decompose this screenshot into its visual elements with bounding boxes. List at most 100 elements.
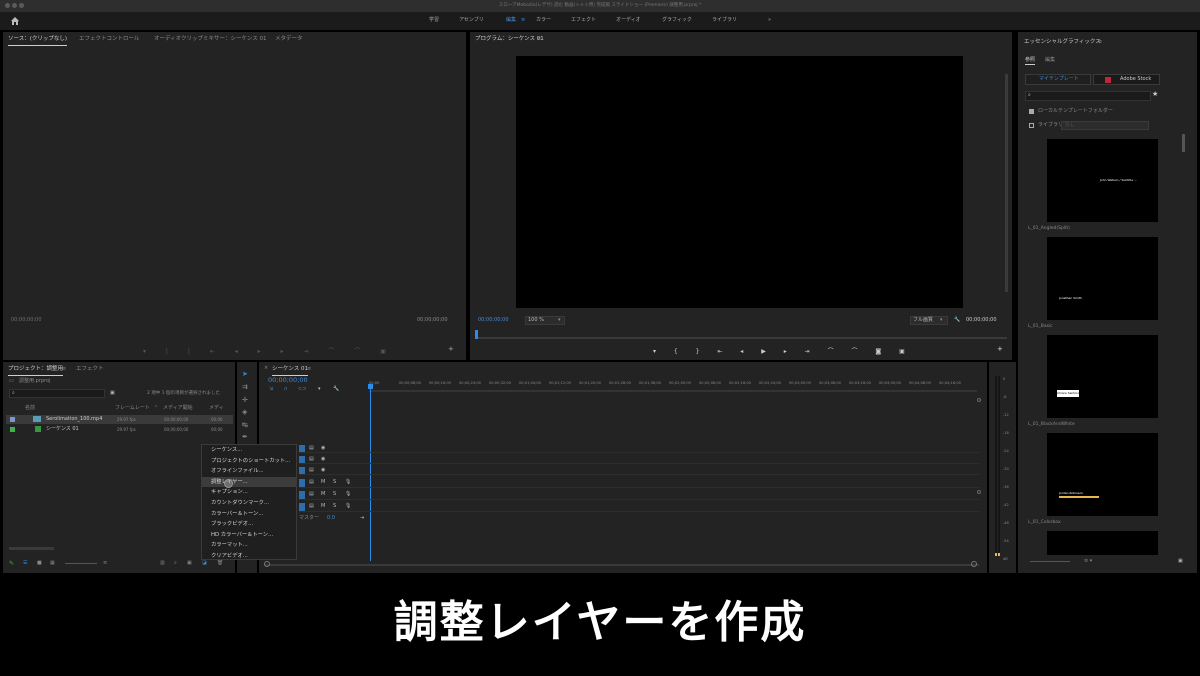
timeline-ruler[interactable]: 00;00 00;00;08;00 00;00;16;00 00;00;24;00 00… (369, 380, 977, 389)
workspace-libraries[interactable]: ライブラリ (712, 17, 737, 24)
timeline-settings-icon[interactable]: 🔧 (333, 386, 339, 393)
solo-icon[interactable]: S (333, 491, 336, 498)
menu-item[interactable]: プロジェクトのショートカット... (202, 456, 296, 467)
sub-tab-adobe-stock[interactable]: Adobe Stock (1093, 74, 1160, 85)
template-thumb-4[interactable] (1047, 531, 1158, 555)
track-select-tool-icon[interactable]: ⇉ (242, 383, 248, 391)
mute-icon[interactable]: M (321, 491, 325, 498)
source-timecode-left[interactable]: 00;00;00;00 (11, 317, 42, 324)
film-icon[interactable]: ▤ (309, 503, 314, 510)
pencil-icon[interactable]: ✎ (9, 560, 14, 567)
workspace-audio[interactable]: オーディオ (616, 17, 641, 24)
menu-item[interactable]: オフラインファイル... (202, 466, 296, 477)
linked-selection-icon[interactable]: ⊂⊃ (298, 386, 306, 393)
new-bin-icon[interactable]: ▣ (187, 560, 192, 567)
film-icon[interactable]: ▤ (309, 479, 314, 486)
star-icon[interactable]: ★ (1152, 91, 1158, 98)
col-framerate[interactable]: フレームレート (115, 405, 150, 412)
program-scrub-bar[interactable] (475, 337, 1007, 339)
workspace-color[interactable]: カラー (536, 17, 551, 24)
library-dropdown[interactable]: なし (1061, 121, 1149, 130)
track-v1[interactable]: ▤ ◉ (299, 466, 979, 475)
program-playhead[interactable] (475, 330, 478, 339)
eye-icon[interactable]: ◉ (321, 467, 325, 474)
sub-tab-my-templates[interactable]: マイテンプレート (1025, 74, 1091, 85)
master-track[interactable]: マスター 0.0 ⇥ (299, 514, 979, 524)
microphone-icon[interactable]: 🎙 (345, 503, 351, 510)
tab-edit[interactable]: 編集 (1045, 57, 1055, 64)
mute-icon[interactable]: M (321, 503, 325, 510)
table-row[interactable]: Serolimation_100.mp4 29.97 fps 00;00;00;… (6, 415, 233, 424)
ripple-edit-tool-icon[interactable]: ✛ (242, 396, 248, 404)
essential-bottom-slider[interactable] (1030, 561, 1070, 562)
menu-item[interactable]: キャプション... (202, 487, 296, 498)
film-icon[interactable]: ▤ (309, 456, 314, 463)
tab-browse[interactable]: 参照 (1025, 57, 1036, 65)
tab-sequence[interactable]: シーケンス 01 (272, 362, 308, 376)
track-v3[interactable]: ▤ ◉ (299, 444, 979, 453)
microphone-icon[interactable]: 🎙 (345, 479, 351, 486)
template-thumb-1[interactable]: Jonathan Smith (1047, 237, 1158, 320)
timeline-panel-menu-icon[interactable]: ≡ (307, 366, 311, 373)
workspace-effects[interactable]: エフェクト (571, 17, 596, 24)
menu-item[interactable]: クリアビデオ... (202, 551, 296, 562)
project-horizontal-scrollbar[interactable] (9, 547, 54, 550)
menu-item[interactable]: シーケンス... (202, 445, 296, 456)
film-icon[interactable]: ▤ (309, 445, 314, 452)
col-media-end[interactable]: メディ (209, 405, 224, 412)
local-folder-checkbox[interactable] (1029, 109, 1034, 114)
freeform-view-icon[interactable]: ▦ (50, 560, 55, 567)
solo-icon[interactable]: S (333, 479, 336, 486)
icon-view-icon[interactable]: ■ (37, 560, 42, 567)
menu-item[interactable]: カウントダウンマーク... (202, 498, 296, 509)
track-target-icon[interactable] (299, 491, 305, 499)
bin-icon[interactable]: ▣ (110, 390, 115, 397)
tab-metadata[interactable]: メタデータ (275, 32, 303, 46)
track-v2[interactable]: ▤ ◉ (299, 455, 979, 464)
tab-effect-controls[interactable]: エフェクトコントロール (79, 32, 140, 46)
selection-tool-icon[interactable]: ➤ (242, 370, 248, 378)
timeline-horizontal-scrollbar[interactable] (264, 564, 979, 566)
slip-tool-icon[interactable]: ↹ (242, 421, 248, 429)
tab-audio-clip-mixer[interactable]: オーディオクリップミキサー：シーケンス 01 (154, 32, 266, 46)
essential-graphics-menu-icon[interactable]: ≡ (1098, 39, 1102, 46)
program-monitor-title[interactable]: プログラム：シーケンス 01 (475, 32, 544, 46)
menu-item[interactable]: ブラックビデオ... (202, 519, 296, 530)
close-tab-icon[interactable]: × (264, 365, 268, 372)
project-panel-menu-icon[interactable]: ≡ (62, 366, 66, 373)
menu-item[interactable]: HD カラーバー＆トーン... (202, 530, 296, 541)
track-target-icon[interactable] (299, 456, 305, 463)
film-icon[interactable]: ▤ (309, 491, 314, 498)
timeline-timecode[interactable]: 00;00;00;00 (268, 377, 308, 384)
essential-search-input[interactable] (1025, 91, 1151, 101)
master-end-icon[interactable]: ⇥ (360, 515, 364, 522)
menu-item[interactable]: カラーマット... (202, 540, 296, 551)
eye-icon[interactable]: ◉ (321, 456, 325, 463)
mute-icon[interactable]: M (321, 479, 325, 486)
track-a1[interactable]: ▤ M S 🎙 (299, 478, 979, 488)
workspace-more-icon[interactable]: » (768, 17, 771, 24)
track-a3[interactable]: ▤ M S 🎙 (299, 502, 979, 512)
source-add-button-icon[interactable]: + (448, 345, 454, 353)
program-timecode-left[interactable]: 00;00;00;00 (478, 317, 509, 324)
zoom-dropdown[interactable]: 100 % ▾ (525, 316, 565, 325)
timeline-vertical-scrollbar-mid[interactable] (977, 490, 981, 494)
workspace-graphics[interactable]: グラフィック (662, 17, 692, 24)
razor-tool-icon[interactable]: ◈ (242, 408, 247, 416)
horizontal-scroll-handle-left[interactable] (264, 561, 270, 567)
wrench-icon[interactable]: 🔧 (954, 317, 960, 324)
essential-scrollbar[interactable] (1182, 134, 1185, 152)
program-panel-menu-icon[interactable]: ≡ (537, 36, 541, 43)
solo-icon[interactable]: S (333, 503, 336, 510)
quality-dropdown[interactable]: フル画質 ▾ (910, 316, 948, 325)
workspace-learn[interactable]: 学習 (429, 17, 439, 24)
project-search-input[interactable]: ⌕ (9, 389, 105, 398)
workspace-assembly[interactable]: アセンブリ (459, 17, 484, 24)
workspace-editing[interactable]: 編集 (506, 17, 516, 24)
tab-project[interactable]: プロジェクト：調整用 (8, 362, 64, 376)
eye-icon[interactable]: ◉ (321, 445, 325, 452)
table-row[interactable]: シーケンス 01 29.97 fps 00;00;00;00 00;00 (6, 425, 233, 434)
template-thumb-3[interactable]: Jordan Robinson (1047, 433, 1158, 516)
horizontal-scroll-handle-right[interactable] (971, 561, 977, 567)
new-graphic-icon[interactable]: ▣ (1178, 558, 1183, 565)
